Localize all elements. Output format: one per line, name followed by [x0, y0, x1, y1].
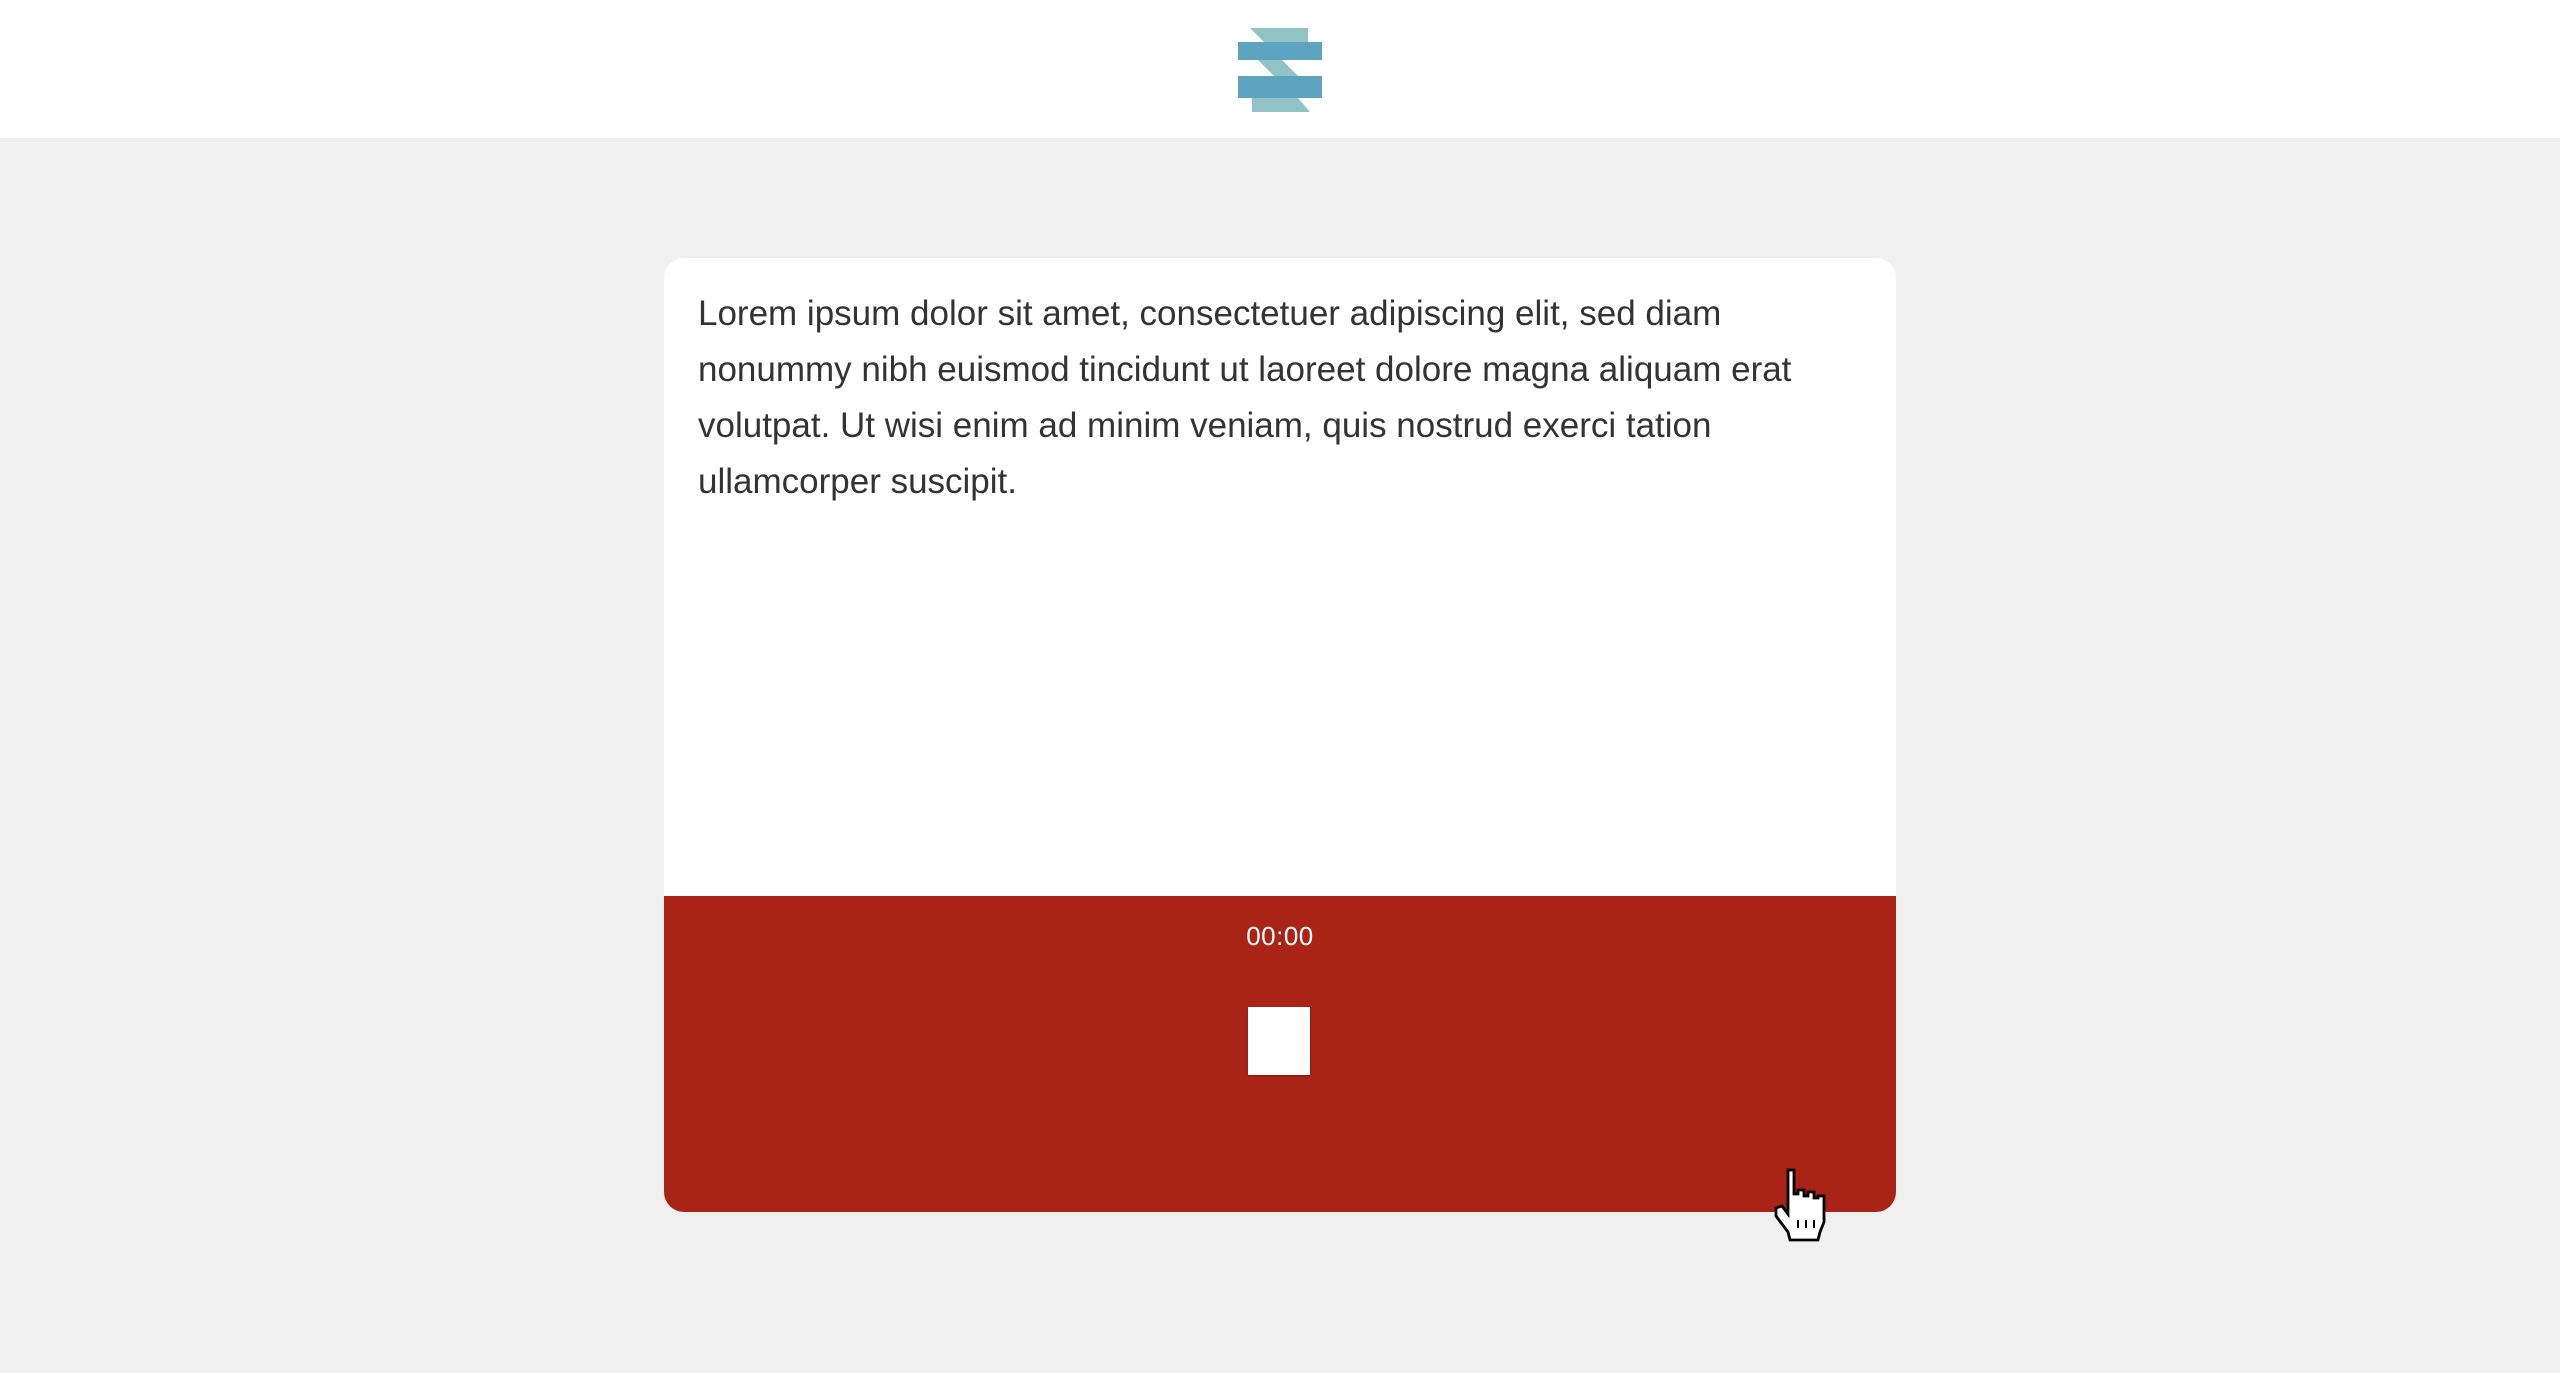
logo-icon[interactable]: [1238, 28, 1322, 112]
top-bar: [0, 0, 2560, 138]
content-card: Lorem ipsum dolor sit amet, consectetuer…: [664, 258, 1896, 1212]
hand-pointer-cursor-icon: [1770, 1166, 1830, 1242]
stop-button[interactable]: [1248, 1006, 1312, 1076]
stop-icon: [1248, 1007, 1310, 1075]
recorder-panel: 00:00: [664, 896, 1896, 1212]
timer-display: 00:00: [1246, 921, 1314, 951]
body-text: Lorem ipsum dolor sit amet, consectetuer…: [698, 294, 1792, 501]
